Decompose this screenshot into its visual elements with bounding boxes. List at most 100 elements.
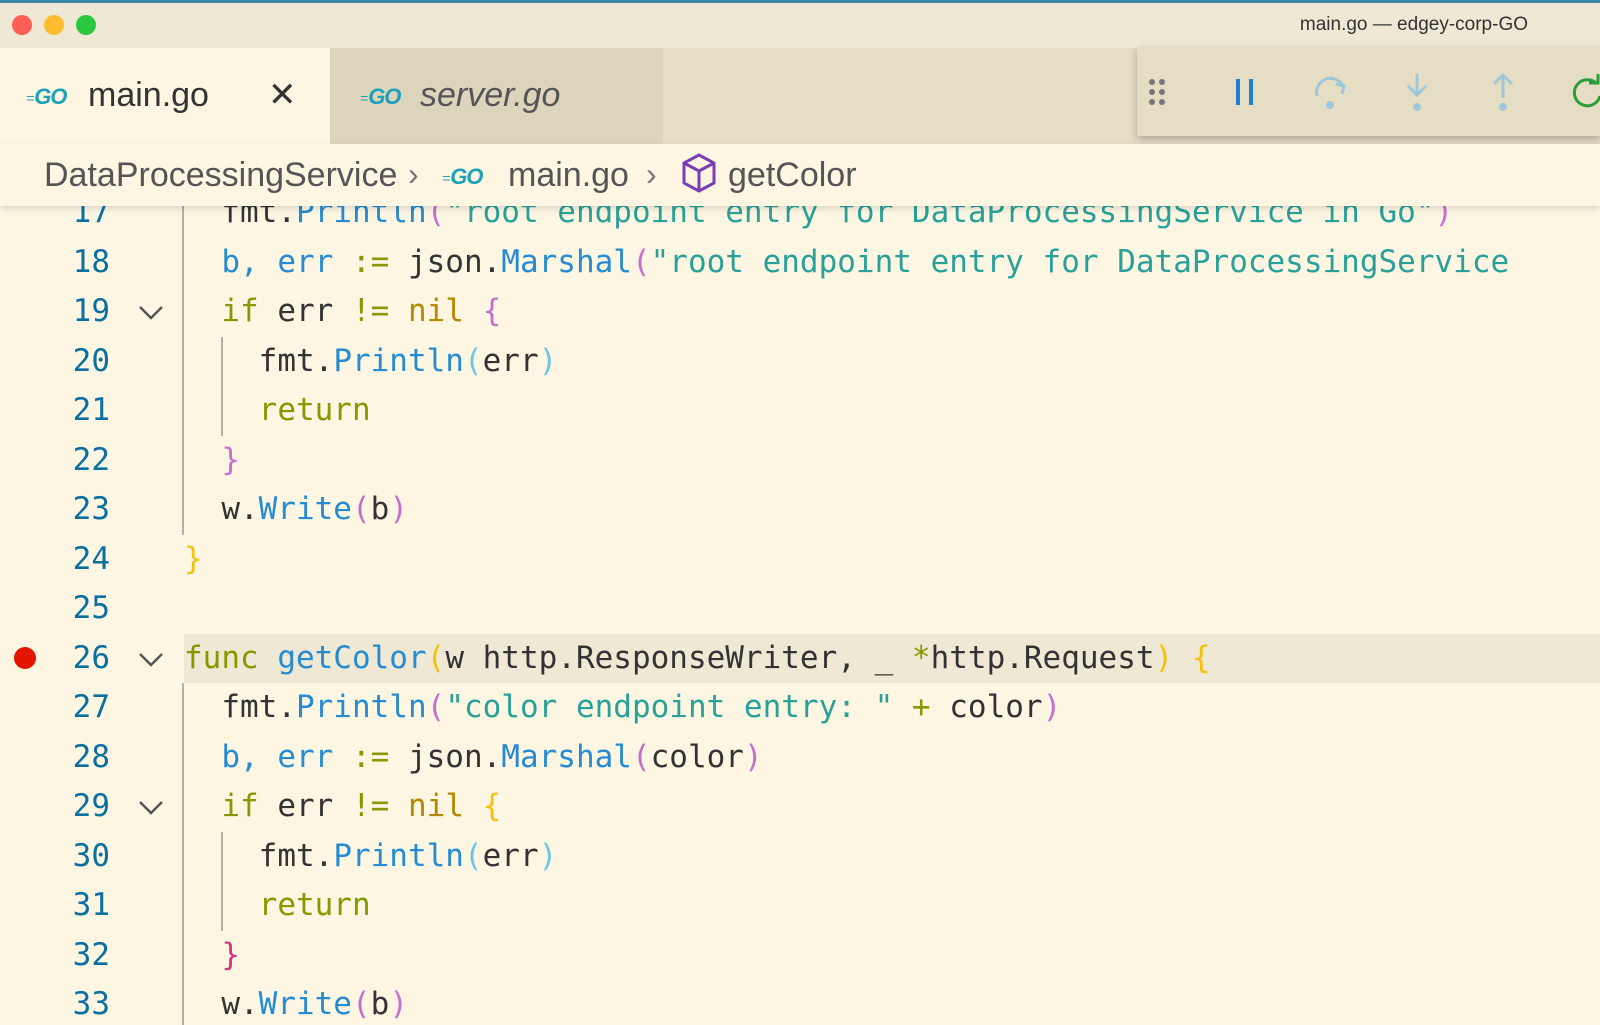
code-text: fmt.Println(err) xyxy=(184,832,558,881)
code-token: "root endpoint entry for DataProcessingS… xyxy=(445,206,1435,230)
code-token: if xyxy=(184,293,259,329)
drag-handle-icon[interactable] xyxy=(1137,70,1177,114)
code-line[interactable]: 29 if err != nil { xyxy=(0,782,1600,831)
code-line[interactable]: 22 } xyxy=(0,436,1600,485)
code-token: { xyxy=(463,788,502,824)
code-token: err xyxy=(482,342,539,379)
code-line[interactable]: 28 b, err := json.Marshal(color) xyxy=(0,733,1600,782)
code-line[interactable]: 25 xyxy=(0,584,1600,633)
code-token: ( xyxy=(351,986,371,1022)
line-number: 27 xyxy=(72,689,110,725)
code-token: { xyxy=(1173,639,1211,676)
close-icon[interactable]: ✕ xyxy=(268,78,297,112)
code-token: getColor xyxy=(258,639,427,676)
cube-icon xyxy=(680,152,718,199)
code-line[interactable]: 30 fmt.Println(err) xyxy=(0,832,1600,881)
close-window-button[interactable] xyxy=(12,15,32,35)
line-number: 22 xyxy=(72,441,110,478)
window-title: main.go — edgey-corp-GO xyxy=(1299,14,1528,35)
minimize-window-button[interactable] xyxy=(44,15,64,35)
code-text: b, err := json.Marshal(color) xyxy=(184,733,763,782)
tab-server-go[interactable]: =GO server.go xyxy=(330,48,663,144)
step-over-icon[interactable] xyxy=(1311,70,1351,114)
code-token: err xyxy=(258,788,352,824)
code-token: ) xyxy=(538,342,558,379)
fold-chevron-icon[interactable] xyxy=(137,287,167,336)
pause-icon[interactable] xyxy=(1225,70,1265,114)
code-token: nil xyxy=(389,293,464,329)
breadcrumb-folder[interactable]: DataProcessingService xyxy=(44,156,397,195)
code-token: + xyxy=(893,689,950,725)
code-token: return xyxy=(184,887,371,923)
code-line[interactable]: 21 return xyxy=(0,386,1600,435)
fold-chevron-icon[interactable] xyxy=(137,634,167,683)
code-line[interactable]: 24} xyxy=(0,535,1600,584)
debug-toolbar xyxy=(1137,48,1600,136)
code-token: b, err xyxy=(184,243,352,280)
code-line[interactable]: 31 return xyxy=(0,881,1600,930)
code-token: if xyxy=(184,788,259,824)
code-token: w http.ResponseWriter, _ xyxy=(445,639,912,676)
code-token: "root endpoint entry for DataProcessingS… xyxy=(650,243,1510,280)
code-text: } xyxy=(184,535,203,584)
code-text: b, err := json.Marshal("root endpoint en… xyxy=(184,238,1509,287)
code-line[interactable]: 23 w.Write(b) xyxy=(0,485,1600,534)
restart-icon[interactable] xyxy=(1567,70,1600,114)
code-token: err xyxy=(258,293,352,329)
code-line[interactable]: 17 fmt.Println("root endpoint entry for … xyxy=(0,206,1600,237)
code-line[interactable]: 19 if err != nil { xyxy=(0,287,1600,336)
code-token: ( xyxy=(426,639,446,676)
tab-main-go[interactable]: =GO main.go ✕ xyxy=(0,48,330,144)
code-token: != xyxy=(351,788,390,824)
breadcrumb-file[interactable]: main.go xyxy=(508,156,629,195)
line-number: 23 xyxy=(72,491,110,527)
fold-chevron-icon[interactable] xyxy=(137,782,167,831)
step-into-icon[interactable] xyxy=(1397,70,1437,114)
code-token: json. xyxy=(389,738,502,775)
code-token: fmt. xyxy=(184,837,334,874)
code-text: w.Write(b) xyxy=(184,980,408,1025)
code-line[interactable]: 18 b, err := json.Marshal("root endpoint… xyxy=(0,238,1600,287)
code-token: := xyxy=(351,243,390,280)
code-text: fmt.Println("root endpoint entry for Dat… xyxy=(184,206,1453,237)
line-number: 30 xyxy=(72,837,110,874)
code-token: Println xyxy=(295,689,427,725)
code-token: ) xyxy=(743,738,763,775)
code-token: ( xyxy=(631,738,651,775)
code-token: } xyxy=(184,441,240,478)
code-text: } xyxy=(184,931,240,980)
code-line[interactable]: 27 fmt.Println("color endpoint entry: " … xyxy=(0,683,1600,732)
code-text: return xyxy=(184,881,371,930)
code-token: http.Request xyxy=(930,639,1155,676)
breadcrumb-symbol[interactable]: getColor xyxy=(728,156,857,195)
line-number: 19 xyxy=(72,293,110,329)
code-token: w. xyxy=(184,986,259,1022)
code-token: { xyxy=(463,293,502,329)
code-token: ( xyxy=(426,206,446,230)
maximize-window-button[interactable] xyxy=(76,15,96,35)
go-file-icon: =GO xyxy=(360,84,401,109)
code-token: ) xyxy=(1434,206,1454,230)
line-number: 29 xyxy=(72,788,110,824)
line-number: 18 xyxy=(72,243,110,280)
code-token: fmt. xyxy=(184,342,334,379)
tab-label: server.go xyxy=(420,76,561,114)
indent-guide xyxy=(221,831,223,931)
indent-guide xyxy=(221,336,223,436)
code-line[interactable]: 26 func getColor(w http.ResponseWriter, _… xyxy=(0,633,1600,683)
code-token: b xyxy=(370,986,390,1022)
code-token: b, err xyxy=(184,738,352,775)
code-line[interactable]: 20 fmt.Println(err) xyxy=(0,337,1600,386)
code-token: fmt. xyxy=(184,689,296,725)
code-editor[interactable]: 17 fmt.Println("root endpoint entry for … xyxy=(0,206,1600,1025)
code-line[interactable]: 32 } xyxy=(0,931,1600,980)
step-out-icon[interactable] xyxy=(1483,70,1523,114)
code-token: ( xyxy=(631,243,651,280)
line-number: 32 xyxy=(72,936,110,973)
code-text: w.Write(b) xyxy=(184,485,408,534)
code-token: color xyxy=(949,689,1043,725)
code-line[interactable]: 33 w.Write(b) xyxy=(0,980,1600,1025)
line-number: 33 xyxy=(72,986,110,1022)
code-text: fmt.Println("color endpoint entry: " + c… xyxy=(184,683,1061,732)
code-token: Write xyxy=(258,986,352,1022)
